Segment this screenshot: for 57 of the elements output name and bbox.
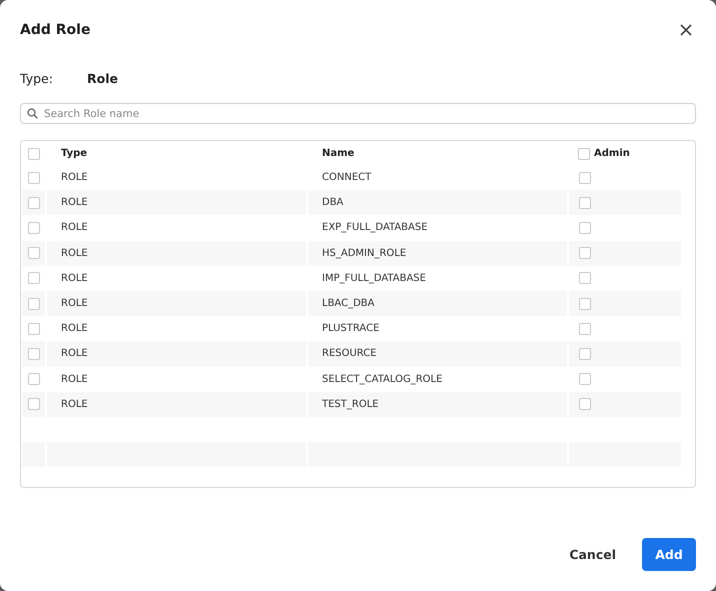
table-cell: ROLE (61, 197, 88, 208)
table-cell: TEST_ROLE (322, 398, 379, 410)
checkbox[interactable] (28, 348, 40, 360)
column-header: Admin (594, 148, 630, 159)
add-button[interactable]: Add (642, 538, 696, 571)
checkbox[interactable] (28, 322, 40, 335)
table-row[interactable]: ROLE HS_ADMIN_ROLE (22, 240, 681, 266)
table-row[interactable]: ROLE RESOURCE (22, 341, 681, 366)
checkbox[interactable] (579, 247, 591, 260)
table-cell: ROLE (61, 248, 88, 259)
search-field[interactable]: Search Role name (20, 103, 696, 124)
checkbox[interactable] (28, 247, 40, 260)
column-header: Name (322, 148, 354, 159)
checkbox[interactable] (579, 348, 591, 360)
checkbox[interactable] (579, 222, 591, 234)
table-cell: ROLE (61, 348, 88, 360)
table-cell: ROLE (61, 298, 88, 310)
checkbox[interactable] (579, 172, 591, 184)
table-cell: CONNECT (322, 172, 372, 184)
checkbox[interactable] (28, 148, 40, 160)
dialog-title: Add Role (20, 22, 90, 38)
table-row[interactable]: ROLE DBA (22, 190, 681, 216)
table-row[interactable]: ROLE LBAC_DBA (22, 290, 681, 316)
table-cell: ROLE (61, 398, 88, 410)
checkbox[interactable] (579, 298, 591, 310)
table-cell: SELECT_CATALOG_ROLE (322, 374, 442, 385)
table-cell: HS_ADMIN_ROLE (322, 248, 406, 259)
checkbox[interactable] (579, 373, 591, 386)
close-icon[interactable] (680, 24, 692, 36)
checkbox[interactable] (28, 172, 40, 184)
checkbox[interactable] (579, 322, 591, 335)
checkbox[interactable] (28, 373, 40, 386)
table-cell: ROLE (61, 172, 88, 184)
column-header: Type (61, 148, 88, 159)
checkbox[interactable] (28, 222, 40, 234)
checkbox[interactable] (28, 398, 40, 410)
table-row[interactable]: ROLE TEST_ROLE (22, 392, 681, 417)
type-label: Type: (20, 70, 54, 86)
table-cell: ROLE (61, 323, 88, 334)
checkbox[interactable] (28, 272, 40, 284)
table-cell: ROLE (61, 222, 88, 234)
checkbox[interactable] (28, 196, 40, 209)
type-value: Role (87, 70, 118, 86)
table-cell: ROLE (61, 272, 88, 284)
table-cell: IMP_FULL_DATABASE (322, 272, 426, 284)
checkbox[interactable] (579, 196, 591, 209)
table-cell: PLUSTRACE (322, 323, 380, 334)
table-cell: ROLE (61, 374, 88, 385)
table-cell: DBA (322, 197, 344, 208)
table-cell: EXP_FULL_DATABASE (322, 222, 428, 234)
checkbox[interactable] (28, 298, 40, 310)
checkbox[interactable] (579, 398, 591, 410)
table-cell: RESOURCE (322, 348, 377, 360)
cancel-button[interactable]: Cancel (563, 541, 622, 568)
checkbox[interactable] (578, 148, 590, 160)
table-cell: LBAC_DBA (322, 298, 374, 310)
checkbox[interactable] (579, 272, 591, 284)
